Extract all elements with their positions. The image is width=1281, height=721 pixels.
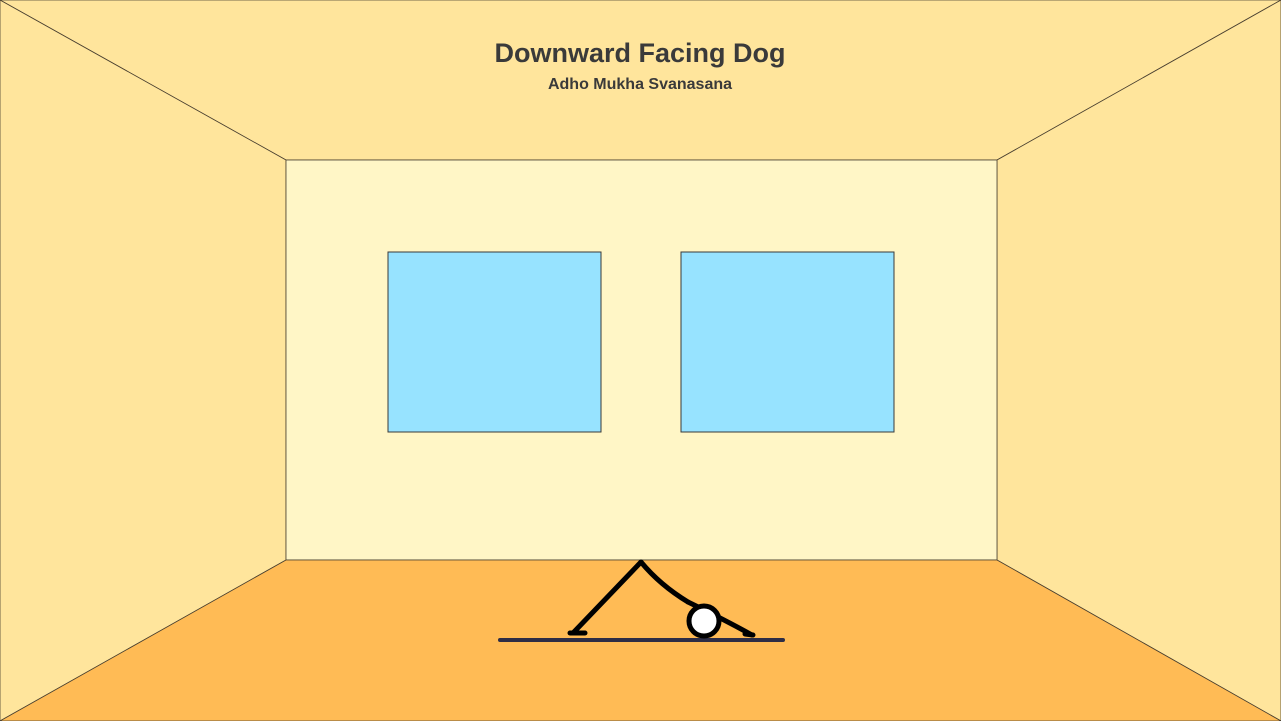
pose-title: Downward Facing Dog bbox=[494, 38, 785, 68]
pose-subtitle: Adho Mukha Svanasana bbox=[548, 76, 732, 93]
room-illustration: Downward Facing Dog Adho Mukha Svanasana bbox=[0, 0, 1281, 721]
right-window bbox=[680, 251, 895, 433]
yoga-room-scene: Downward Facing Dog Adho Mukha Svanasana bbox=[0, 0, 1281, 721]
figure-hand bbox=[742, 631, 756, 638]
left-window bbox=[387, 251, 602, 433]
figure-head bbox=[686, 603, 722, 639]
